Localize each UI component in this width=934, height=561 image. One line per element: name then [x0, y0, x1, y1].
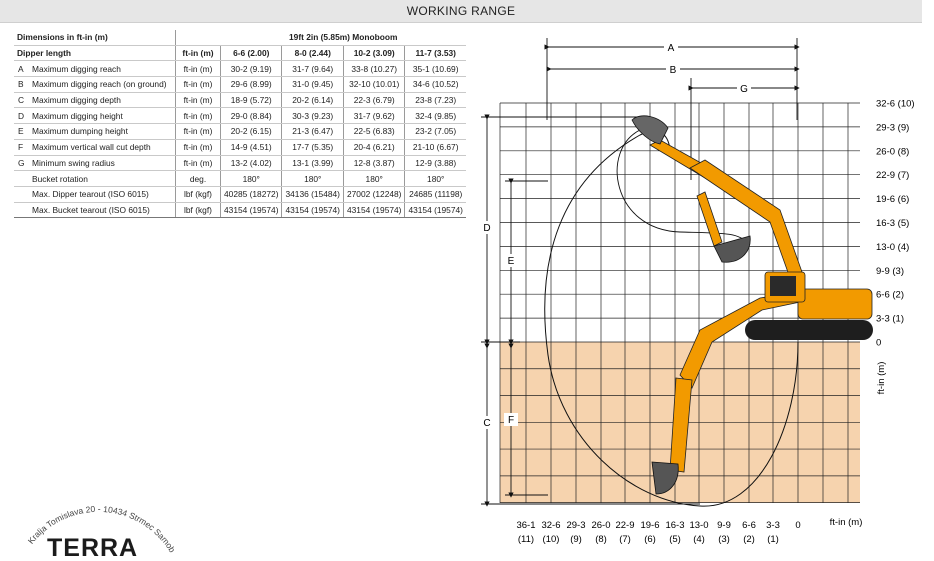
- x-tick-metric-label: (11): [518, 534, 534, 545]
- x-tick-label: 22-9: [615, 520, 634, 531]
- y-tick-label: 6-6 (2): [876, 290, 904, 301]
- x-tick-metric-label: (9): [570, 534, 582, 545]
- x-tick-label: 29-3: [566, 520, 585, 531]
- y-tick-label: 22-9 (7): [876, 170, 909, 181]
- dimension-a: A: [544, 38, 800, 120]
- dimension-c-label: C: [483, 418, 490, 429]
- y-tick-label: 19-6 (6): [876, 194, 909, 205]
- y-tick-label: 29-3 (9): [876, 122, 909, 133]
- track: [745, 320, 873, 340]
- dimension-d-label: D: [483, 223, 490, 234]
- logo-address-text: Kralja Tomislava 20 - 10434 Strmec Samob…: [0, 0, 178, 554]
- dimension-e-label: E: [508, 256, 515, 267]
- x-tick-metric-label: (8): [595, 534, 607, 545]
- bucket-raised: [631, 115, 669, 145]
- x-tick-label: 36-1: [516, 520, 535, 531]
- x-tick-metric-label: (5): [669, 534, 681, 545]
- x-tick-label: 6-6: [742, 520, 756, 531]
- x-tick-metric-label: (1): [767, 534, 779, 545]
- y-tick-label: 16-3 (5): [876, 218, 909, 229]
- x-tick-label: 16-3: [665, 520, 684, 531]
- x-tick-label: 26-0: [591, 520, 610, 531]
- y-tick-label: 0: [876, 338, 881, 349]
- x-tick-metric-label: (6): [644, 534, 656, 545]
- boom-cylinder-raised: [696, 191, 723, 247]
- x-axis-ticks: 36-1 (11) 32-6 (10) 29-3 (9) 26-0 (8) 22-9 (7) 19-…: [516, 520, 800, 545]
- working-range-diagram: A B G D E C F 32-6 (10)29-3 (9)26-0 (8)2…: [0, 0, 915, 561]
- excavator-raised: [631, 115, 803, 279]
- x-tick-metric-label: (3): [718, 534, 730, 545]
- dimension-b: B: [546, 62, 800, 76]
- y-tick-label: 13-0 (4): [876, 242, 909, 253]
- y-tick-label: 9-9 (3): [876, 266, 904, 277]
- dimension-a-label: A: [668, 43, 675, 54]
- dimension-g-label: G: [740, 84, 748, 95]
- x-axis-label: ft-in (m): [830, 517, 863, 528]
- counterweight: [797, 288, 873, 320]
- x-tick-metric-label: (10): [543, 534, 560, 545]
- y-tick-label: 26-0 (8): [876, 146, 909, 157]
- x-tick-label: 0: [795, 520, 800, 531]
- y-tick-label: 3-3 (1): [876, 314, 904, 325]
- y-axis-ticks: 32-6 (10) 29-3 (9) 26-0 (8) 22-9 (7) 19-6 (6…: [876, 99, 915, 349]
- dimension-f-label: F: [508, 415, 514, 426]
- cab-window: [770, 276, 796, 296]
- x-tick-label: 3-3: [766, 520, 780, 531]
- x-tick-metric-label: (2): [743, 534, 755, 545]
- x-tick-label: 9-9: [717, 520, 731, 531]
- x-tick-label: 13-0: [689, 520, 708, 531]
- logo-name: TERRA: [47, 534, 138, 561]
- x-tick-metric-label: (7): [619, 534, 631, 545]
- x-tick-label: 32-6: [541, 520, 560, 531]
- y-axis-label: ft-in (m): [876, 362, 887, 395]
- y-tick-label: 32-6 (10): [876, 99, 915, 110]
- brand-logo: Kralja Tomislava 20 - 10434 Strmec Samob…: [0, 0, 178, 561]
- x-tick-label: 19-6: [640, 520, 659, 531]
- dimension-b-label: B: [670, 65, 677, 76]
- x-tick-metric-label: (4): [693, 534, 705, 545]
